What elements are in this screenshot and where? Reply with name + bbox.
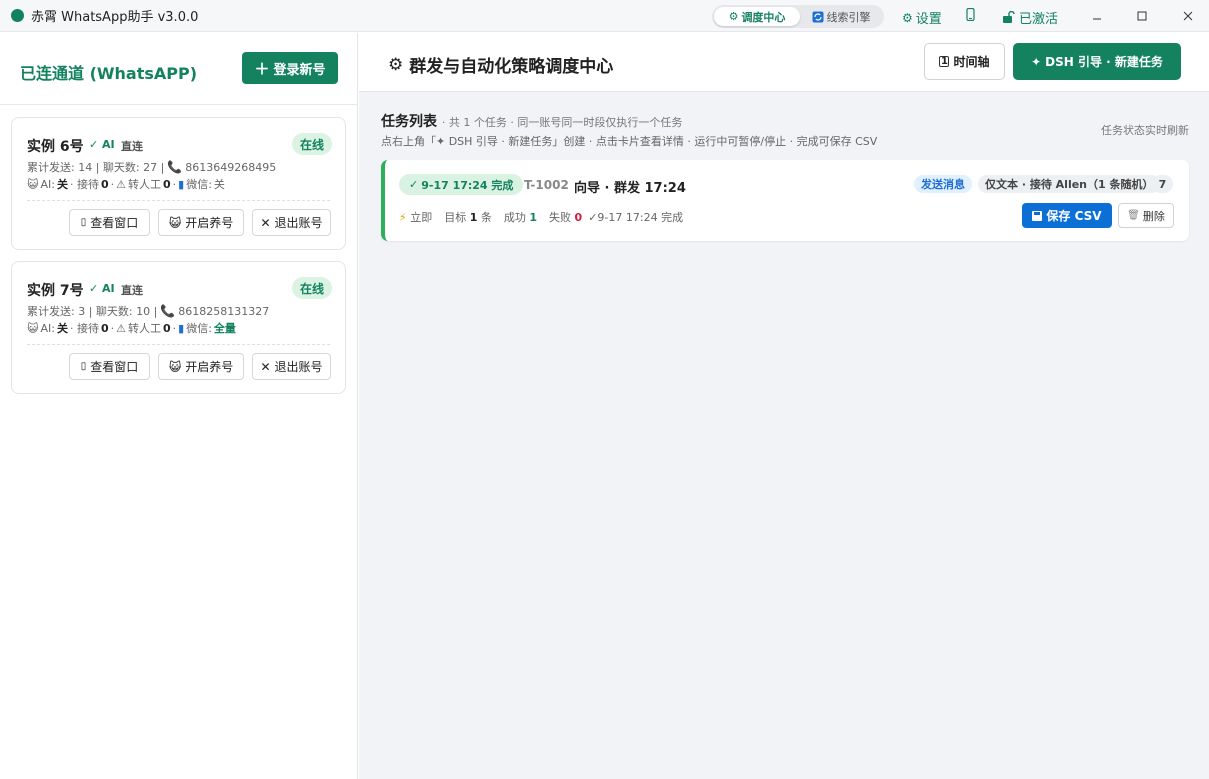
unlock-icon [1003,11,1015,23]
mobile-phone-icon: ▯ [80,361,87,372]
instance-card[interactable]: 实例 6号 ✓ AI 直连 在线 累计发送: 14 | 聊天数: 27 | 📞 … [11,117,346,250]
task-status-badge: ✓ 9-17 17:24 完成 [399,174,524,195]
view-window-button[interactable]: ▯ 查看窗口 [69,209,150,236]
activation-status[interactable]: 已激活 [1002,8,1058,27]
maximize-icon [1137,11,1147,21]
task-timing: ⚡ 立即 [399,211,433,224]
task-fail: 失败 0 [549,211,583,224]
task-list-title: 任务列表 · 共 1 个任务 · 同一账号同一时段仅执行一个任务 [381,114,683,130]
bot-icon: 😺 [168,359,182,374]
calendar-icon: 1 [939,56,950,67]
instance-name: 实例 7号 [27,283,84,299]
divider [27,344,330,345]
sidebar-title: 已连通道 (WhatsAPP) [20,64,198,83]
mobile-phone-icon: ▮ [178,321,185,335]
phone-icon: 📞 [167,160,183,174]
mobile-phone-icon: ▯ [80,217,87,228]
instance-stats: 累计发送: 3 | 聊天数: 10 | 📞 8618258131327 [27,304,270,318]
tab-dispatch-center[interactable]: ⚙ 调度中心 [714,7,800,26]
lightning-icon: ⚡ [399,211,407,224]
delete-task-button[interactable]: 🗑 删除 [1118,203,1174,228]
task-done-time: ✓9-17 17:24 完成 [588,211,684,224]
close-icon: ✕ [260,359,271,374]
task-list-hint: 点右上角「✦ DSH 引导 · 新建任务」创建 · 点击卡片查看详情 · 运行中… [381,135,878,148]
connection-badge: 直连 [121,284,143,297]
mobile-phone-icon: ▮ [178,177,185,191]
login-new-number-button[interactable]: ＋ 登录新号 [242,52,338,84]
task-success: 成功 1 [503,211,538,224]
task-mode-tag: 仅文本 · 接待 Allen（1 条随机） [978,175,1161,193]
gear-icon: ⚙ [388,54,404,75]
logout-account-button[interactable]: ✕ 退出账号 [252,353,331,380]
gear-icon: ⚙ [728,10,739,23]
refresh-icon [812,11,823,22]
phone-number: 8618258131327 [178,304,270,318]
status-badge: 在线 [292,277,332,299]
phone-number: 8613649268495 [185,160,277,174]
bot-icon: 😺 [27,321,39,335]
save-icon [1032,210,1043,221]
task-type-tag: 发送消息 [914,175,972,193]
mobile-phone-icon [966,8,975,21]
start-nurture-button[interactable]: 😺 开启养号 [158,209,244,236]
logout-account-button[interactable]: ✕ 退出账号 [252,209,331,236]
start-nurture-button[interactable]: 😺 开启养号 [158,353,244,380]
page-title: ⚙ 群发与自动化策略调度中心 [388,54,614,78]
gear-icon: ⚙ [902,10,913,25]
ai-badge: ✓ AI [89,282,115,295]
instance-stats: 累计发送: 14 | 聊天数: 27 | 📞 8613649268495 [27,160,277,174]
view-window-button[interactable]: ▯ 查看窗口 [69,353,150,380]
maximize-button[interactable] [1130,6,1154,26]
task-name: 向导 · 群发 17:24 [574,181,686,196]
task-id: T-1002 [524,178,569,192]
app-title: 赤霄 WhatsApp助手 v3.0.0 [31,10,199,25]
channel-sidebar: 已连通道 (WhatsAPP) ＋ 登录新号 实例 6号 ✓ AI 直连 在线 … [0,33,358,779]
close-icon: ✕ [260,215,271,230]
close-icon [1183,11,1193,21]
app-logo-icon [11,9,24,22]
sparkle-icon: ✦ [1031,54,1042,69]
connection-badge: 直连 [121,140,143,153]
new-task-button[interactable]: ✦ DSH 引导 · 新建任务 [1013,43,1181,80]
instance-ai-status: 😺 AI: 关 · 接待 0 · ⚠ 转人工 0 · ▮ 微信: 关 [27,177,225,192]
save-csv-button[interactable]: 保存 CSV [1022,203,1112,228]
settings-button[interactable]: ⚙ 设置 [902,8,942,28]
task-list-subtitle: · 共 1 个任务 · 同一账号同一时段仅执行一个任务 [441,116,683,129]
minimize-icon [1093,18,1101,20]
sidebar-header: 已连通道 (WhatsAPP) ＋ 登录新号 [0,33,357,105]
view-switcher: ⚙ 调度中心 线索引擎 [712,5,884,28]
bot-icon: 😺 [27,177,39,191]
trash-icon: 🗑 [1127,210,1140,221]
warning-icon: ⚠ [116,321,126,335]
task-count-badge: 7 [1152,175,1173,193]
phone-status-button[interactable] [966,8,975,21]
main-header: ⚙ 群发与自动化策略调度中心 1 时间轴 ✦ DSH 引导 · 新建任务 [359,33,1209,92]
plus-icon: ＋ [254,59,270,78]
status-badge: 在线 [292,133,332,155]
task-meta: ⚡ 立即 目标 1 条 成功 1 失败 0 ✓9-17 17:24 完成 [399,209,683,225]
task-target: 目标 1 条 [444,211,492,224]
ai-badge: ✓ AI [89,138,115,151]
close-button[interactable] [1176,6,1200,26]
title-bar: 赤霄 WhatsApp助手 v3.0.0 ⚙ 调度中心 线索引擎 ⚙ 设置 已激… [0,0,1209,32]
tab-lead-engine[interactable]: 线索引擎 [800,7,882,26]
dispatch-main-panel: ⚙ 群发与自动化策略调度中心 1 时间轴 ✦ DSH 引导 · 新建任务 任务列… [359,33,1209,779]
bot-icon: 😺 [168,215,182,230]
task-card[interactable]: ✓ 9-17 17:24 完成 T-1002 向导 · 群发 17:24 发送消… [381,160,1189,241]
refresh-note: 任务状态实时刷新 [1101,124,1189,137]
minimize-button[interactable] [1085,6,1109,26]
instance-name: 实例 6号 [27,139,84,155]
instance-card[interactable]: 实例 7号 ✓ AI 直连 在线 累计发送: 3 | 聊天数: 10 | 📞 8… [11,261,346,394]
check-icon: ✓ [409,178,419,191]
warning-icon: ⚠ [116,177,126,191]
instance-ai-status: 😺 AI: 关 · 接待 0 · ⚠ 转人工 0 · ▮ 微信: 全量 [27,321,236,336]
divider [27,200,330,201]
timeline-button[interactable]: 1 时间轴 [924,43,1005,80]
phone-icon: 📞 [160,304,176,318]
